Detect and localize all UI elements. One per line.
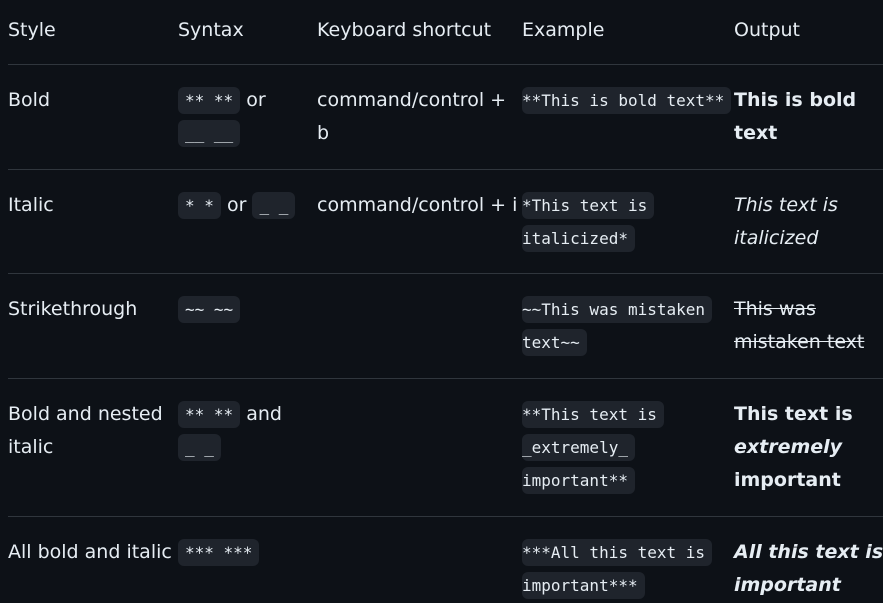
- output-text: important: [734, 469, 841, 491]
- syntax-cell: ** ** or __ __: [178, 84, 317, 150]
- syntax-code: _ _: [252, 192, 296, 219]
- output-cell: This was mistaken text: [734, 298, 865, 353]
- syntax-code: __ __: [178, 120, 241, 147]
- table-row: All bold and italic *** *** ***All this …: [8, 517, 883, 603]
- style-cell: Bold: [8, 89, 50, 111]
- syntax-cell: ~~ ~~: [178, 293, 317, 326]
- example-cell: *This text is italicized*: [522, 189, 734, 255]
- markdown-styles-table: Style Syntax Keyboard shortcut Example O…: [8, 0, 883, 603]
- example-cell: **This text is _extremely_ important**: [522, 398, 734, 497]
- style-cell: Strikethrough: [8, 298, 138, 320]
- table-row: Italic * * or _ _ command/control + i *T…: [8, 170, 883, 274]
- syntax-code: ** **: [178, 87, 241, 114]
- style-cell: Italic: [8, 194, 54, 216]
- style-cell: Bold and nested italic: [8, 403, 163, 458]
- syntax-cell: ** ** and _ _: [178, 398, 317, 464]
- shortcut-cell: command/control + b: [317, 89, 507, 144]
- example-cell: **This is bold text**: [522, 84, 734, 117]
- table-row: Strikethrough ~~ ~~ ~~This was mistaken …: [8, 274, 883, 379]
- header-example: Example: [522, 19, 605, 41]
- output-cell: All this text is important: [734, 541, 883, 596]
- syntax-code: ~~ ~~: [178, 296, 241, 323]
- example-cell: ***All this text is important***: [522, 536, 734, 602]
- output-cell: This is bold text: [734, 89, 857, 144]
- header-output: Output: [734, 19, 800, 41]
- example-code: **This text is _extremely_ important**: [522, 401, 664, 494]
- header-syntax: Syntax: [178, 19, 244, 41]
- table-row: Bold ** ** or __ __ command/control + b …: [8, 65, 883, 170]
- header-style: Style: [8, 19, 56, 41]
- syntax-join: and: [246, 403, 282, 425]
- example-code: **This is bold text**: [522, 87, 732, 114]
- syntax-cell: *** ***: [178, 536, 317, 569]
- example-code: *This text is italicized*: [522, 192, 655, 252]
- output-text: This text is: [734, 403, 853, 425]
- output-emphasis: extremely: [734, 436, 843, 458]
- output-cell: This text is extremely important: [734, 398, 883, 497]
- header-keyboard-shortcut: Keyboard shortcut: [317, 19, 492, 41]
- table-row: Bold and nested italic ** ** and _ _ **T…: [8, 379, 883, 517]
- output-cell: This text is italicized: [734, 194, 838, 249]
- example-code: ~~This was mistaken text~~: [522, 296, 713, 356]
- syntax-code: *** ***: [178, 539, 260, 566]
- shortcut-cell: command/control + i: [317, 194, 518, 216]
- syntax-join: or: [226, 194, 247, 216]
- style-cell: All bold and italic: [8, 541, 172, 563]
- example-cell: ~~This was mistaken text~~: [522, 293, 734, 359]
- example-code: ***All this text is important***: [522, 539, 713, 599]
- syntax-code: * *: [178, 192, 221, 219]
- syntax-join: or: [246, 89, 266, 111]
- syntax-cell: * * or _ _: [178, 189, 317, 222]
- syntax-code: _ _: [178, 434, 221, 461]
- table-header-row: Style Syntax Keyboard shortcut Example O…: [8, 0, 883, 65]
- syntax-code: ** **: [178, 401, 241, 428]
